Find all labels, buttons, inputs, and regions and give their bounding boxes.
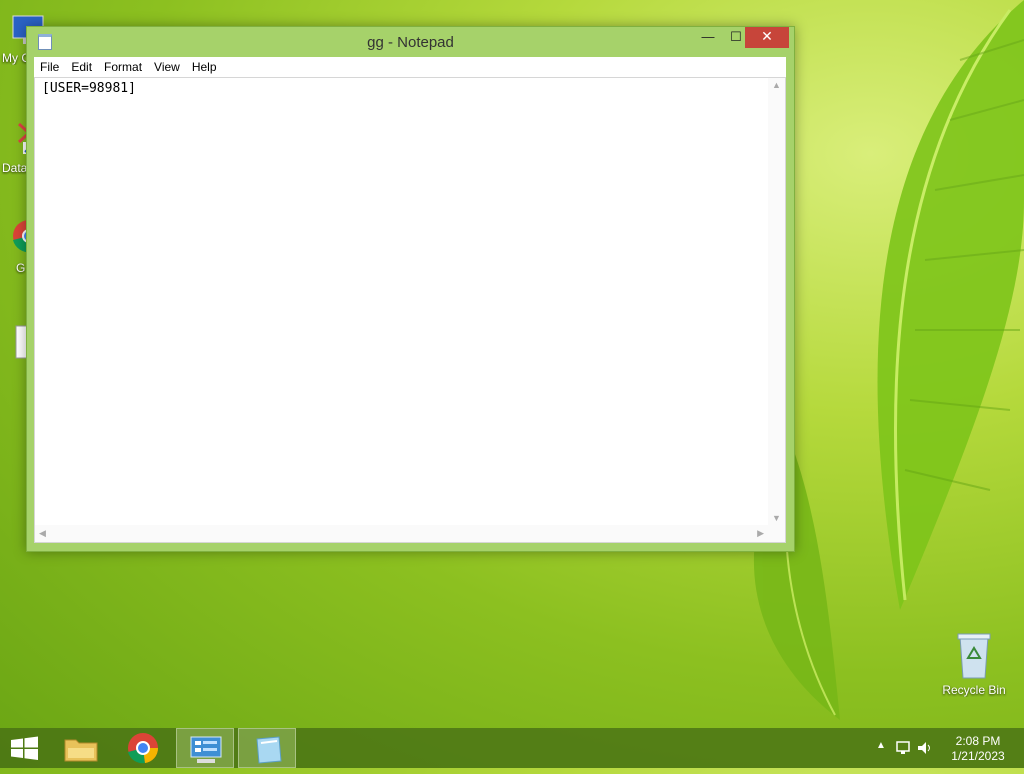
- title-bar[interactable]: gg - Notepad — ☐ ✕: [27, 27, 794, 57]
- taskbar: ▲ 2:08 PM 1/21/2023: [0, 728, 1024, 768]
- system-tray: ▲ 2:08 PM 1/21/2023: [864, 728, 1024, 768]
- recycle-bin-label: Recycle Bin: [942, 683, 1006, 697]
- scroll-down-icon[interactable]: ▼: [772, 513, 781, 523]
- menu-file[interactable]: File: [34, 57, 65, 77]
- scroll-up-icon[interactable]: ▲: [772, 80, 781, 90]
- notepad-icon: [256, 736, 282, 764]
- text-editor[interactable]: [USER=98981] ▲ ▼ ◀ ▶: [34, 77, 786, 543]
- desktop-icon-recycle-bin[interactable]: Recycle Bin: [938, 632, 1010, 697]
- menu-format[interactable]: Format: [98, 57, 148, 77]
- start-button[interactable]: [0, 728, 50, 768]
- windows-logo-icon: [11, 736, 38, 760]
- notepad-window[interactable]: gg - Notepad — ☐ ✕ File Edit Format View Hel…: [26, 26, 795, 552]
- clock-time: 2:08 PM: [955, 734, 1001, 748]
- minimize-button[interactable]: —: [694, 27, 722, 48]
- taskbar-control-panel[interactable]: [176, 728, 234, 768]
- taskbar-notepad[interactable]: [238, 728, 296, 768]
- vertical-scrollbar[interactable]: ▲ ▼: [768, 78, 785, 525]
- menu-bar: File Edit Format View Help: [34, 57, 786, 77]
- network-icon[interactable]: [894, 739, 912, 757]
- clock[interactable]: 2:08 PM 1/21/2023: [948, 734, 1008, 764]
- volume-icon[interactable]: [916, 739, 934, 757]
- chrome-icon: [128, 733, 159, 764]
- show-hidden-icons-icon[interactable]: ▲: [876, 740, 886, 751]
- size-grip-icon[interactable]: [768, 525, 785, 542]
- menu-edit[interactable]: Edit: [65, 57, 98, 77]
- menu-help[interactable]: Help: [186, 57, 223, 77]
- folder-icon: [64, 739, 98, 762]
- menu-view[interactable]: View: [148, 57, 186, 77]
- recycle-bin-icon: [957, 633, 991, 679]
- control-panel-icon: [190, 736, 222, 763]
- editor-content[interactable]: [USER=98981]: [42, 81, 136, 96]
- taskbar-chrome[interactable]: [114, 728, 172, 768]
- close-button[interactable]: ✕: [745, 27, 789, 48]
- clock-date: 1/21/2023: [951, 749, 1005, 763]
- horizontal-scrollbar[interactable]: ◀ ▶: [35, 525, 768, 542]
- scroll-left-icon[interactable]: ◀: [39, 528, 46, 539]
- taskbar-file-explorer[interactable]: [52, 728, 110, 768]
- window-title: gg - Notepad: [367, 34, 454, 51]
- scroll-right-icon[interactable]: ▶: [757, 528, 764, 539]
